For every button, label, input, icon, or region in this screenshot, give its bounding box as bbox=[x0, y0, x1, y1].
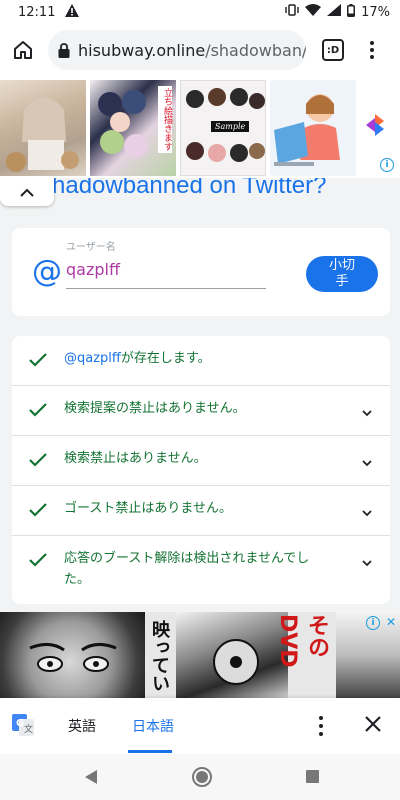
url-bar[interactable]: hisubway.online/shadowban/ bbox=[48, 30, 306, 70]
result-text: @qazplffが存在します。 bbox=[64, 348, 334, 369]
ad-image[interactable]: 立ち絵描きます bbox=[90, 80, 176, 176]
result-row[interactable]: 検索禁止はありません。 bbox=[12, 436, 390, 486]
ad-image[interactable] bbox=[0, 80, 86, 176]
result-message: ゴースト禁止はありません。 bbox=[64, 501, 232, 516]
at-sign-icon: @ bbox=[32, 254, 62, 289]
browser-menu-button[interactable] bbox=[360, 36, 384, 64]
username-field-label: ユーザー名 bbox=[66, 242, 116, 253]
close-translate-button[interactable] bbox=[362, 713, 384, 739]
ad-image[interactable] bbox=[270, 80, 356, 176]
home-button[interactable] bbox=[0, 24, 46, 76]
result-row[interactable]: ゴースト禁止はありません。 bbox=[12, 486, 390, 536]
result-row: @qazplffが存在します。 bbox=[12, 336, 390, 386]
status-bar: 12:11 17% bbox=[0, 0, 400, 24]
check-button[interactable]: 小切 手 bbox=[306, 256, 378, 292]
ad-banner-bottom[interactable]: 映ってい そのDVD i ✕ bbox=[0, 612, 400, 698]
page-title: hadowbanned on Twitter? bbox=[52, 178, 327, 199]
ad-vertical-text: 立ち絵描きます bbox=[158, 86, 172, 153]
result-username: @qazplff bbox=[64, 351, 121, 366]
result-message: 検索提案の禁止はありません。 bbox=[64, 401, 246, 416]
ad-banner-top[interactable]: 立ち絵描きます Sample i bbox=[0, 78, 400, 178]
username-input[interactable]: qazplff bbox=[66, 260, 120, 279]
ad-close-icon[interactable]: ✕ bbox=[386, 615, 396, 629]
chevron-down-icon[interactable] bbox=[362, 402, 372, 421]
url-path: /shadowban/ bbox=[205, 40, 306, 60]
recents-button[interactable] bbox=[306, 770, 319, 783]
brand-logo-icon[interactable] bbox=[362, 112, 388, 142]
translate-menu-button[interactable] bbox=[318, 716, 324, 736]
chevron-down-icon[interactable] bbox=[362, 502, 372, 521]
signal-icon bbox=[327, 4, 342, 20]
username-card: @ ユーザー名 qazplff 小切 手 bbox=[12, 228, 390, 316]
check-icon bbox=[28, 552, 48, 572]
battery-percent: 17% bbox=[361, 4, 390, 20]
check-icon bbox=[28, 402, 48, 422]
check-button-label-line1: 小切 bbox=[328, 258, 355, 273]
ad-text: そのDVD bbox=[275, 614, 329, 668]
ad-sample-label: Sample bbox=[211, 121, 250, 132]
tab-switcher-button[interactable]: :D bbox=[322, 39, 344, 61]
svg-text:文: 文 bbox=[24, 723, 33, 735]
check-button-label-line2: 手 bbox=[335, 274, 349, 289]
chevron-down-icon[interactable] bbox=[362, 452, 372, 471]
back-triangle-icon bbox=[85, 770, 97, 784]
status-time: 12:11 bbox=[18, 4, 56, 20]
ad-text: 映ってい bbox=[149, 620, 170, 692]
result-message: が存在します。 bbox=[120, 351, 211, 366]
browser-toolbar: hisubway.online/shadowban/ :D bbox=[0, 24, 400, 76]
input-underline bbox=[66, 288, 266, 289]
google-translate-icon: G文 bbox=[12, 714, 34, 736]
results-list: @qazplffが存在します。 検索提案の禁止はありません。 検索禁止はありませ… bbox=[12, 336, 390, 604]
selected-language-indicator bbox=[128, 750, 172, 753]
check-icon bbox=[28, 352, 48, 372]
ad-info-icon[interactable]: i bbox=[366, 616, 380, 630]
battery-icon bbox=[347, 3, 356, 21]
home-circle-icon bbox=[196, 771, 208, 783]
back-button[interactable] bbox=[84, 769, 98, 789]
chevron-up-icon bbox=[20, 188, 34, 197]
ad-image[interactable]: Sample bbox=[180, 80, 266, 176]
result-row[interactable]: 検索提案の禁止はありません。 bbox=[12, 386, 390, 436]
ad-info-icon[interactable]: i bbox=[380, 158, 394, 172]
wifi-icon bbox=[305, 4, 322, 20]
result-message: 応答のブースト解除は検出されませんでした。 bbox=[64, 551, 310, 587]
check-icon bbox=[28, 502, 48, 522]
ad-image[interactable] bbox=[176, 612, 288, 698]
home-icon bbox=[14, 41, 32, 59]
warning-icon bbox=[65, 3, 80, 21]
result-message: 検索禁止はありません。 bbox=[64, 451, 207, 466]
home-nav-button[interactable] bbox=[192, 767, 212, 787]
source-language-tab[interactable]: 英語 bbox=[68, 716, 96, 736]
translate-bar: G文 英語 日本語 bbox=[0, 698, 400, 754]
target-language-tab[interactable]: 日本語 bbox=[132, 716, 174, 736]
ad-image[interactable] bbox=[0, 612, 145, 698]
check-icon bbox=[28, 452, 48, 472]
result-row[interactable]: 応答のブースト解除は検出されませんでした。 bbox=[12, 536, 390, 604]
chevron-down-icon[interactable] bbox=[362, 552, 372, 571]
lock-icon bbox=[58, 42, 70, 58]
url-host: hisubway.online bbox=[78, 40, 206, 60]
system-nav-bar bbox=[0, 754, 400, 800]
svg-text:G: G bbox=[16, 718, 24, 729]
collapse-ad-button[interactable] bbox=[0, 178, 54, 206]
vibrate-icon bbox=[285, 4, 299, 20]
close-icon bbox=[365, 716, 381, 732]
